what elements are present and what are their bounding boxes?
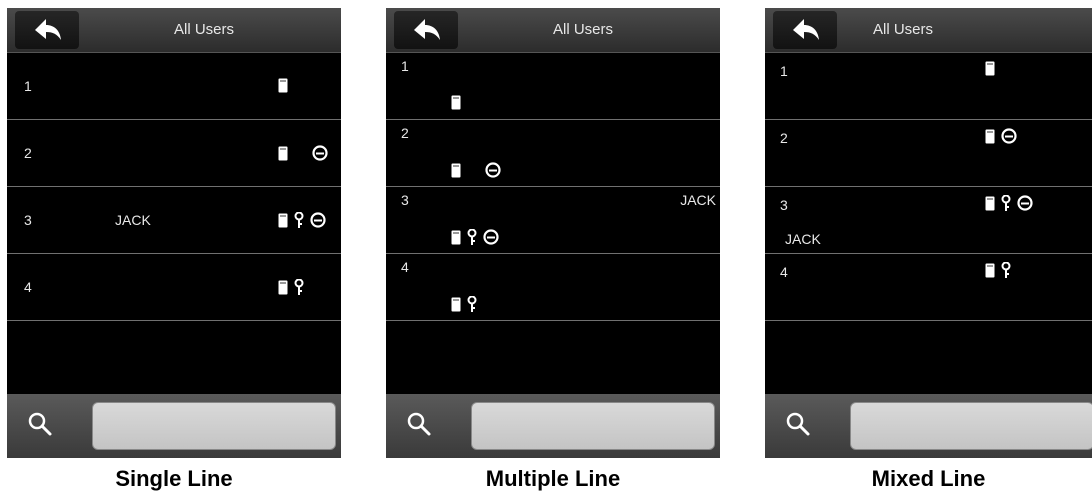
title-bar: All Users — [765, 8, 1092, 53]
caption: Single Line — [115, 466, 233, 491]
user-name: JACK — [115, 212, 151, 228]
search-icon — [407, 412, 431, 436]
user-id: 4 — [780, 264, 788, 280]
verify-icons — [278, 278, 310, 300]
search-input[interactable] — [471, 402, 715, 450]
verify-icons — [278, 145, 334, 166]
user-id: 4 — [24, 279, 32, 295]
search-icon — [28, 412, 52, 436]
user-row[interactable]: 1 — [765, 53, 1092, 120]
card-icon — [985, 61, 995, 81]
user-id: 3 — [401, 192, 409, 208]
verify-icons — [278, 78, 294, 98]
face-icon — [485, 162, 501, 183]
page-title: All Users — [872, 21, 933, 38]
user-id: 4 — [401, 259, 409, 275]
face-icon — [483, 229, 499, 250]
search-bar — [7, 394, 341, 458]
user-id: 2 — [401, 125, 409, 141]
user-row[interactable]: 3 JACK — [7, 187, 341, 254]
user-row[interactable]: 4 — [765, 254, 1092, 321]
user-id: 2 — [780, 130, 788, 146]
user-row[interactable]: 4 — [386, 254, 720, 321]
verify-icons — [985, 61, 1001, 81]
card-icon — [278, 146, 288, 166]
search-button[interactable] — [785, 411, 815, 441]
back-arrow-icon — [414, 19, 440, 40]
user-row[interactable]: 2 — [386, 120, 720, 187]
verify-icons — [451, 95, 467, 115]
caption: Mixed Line — [871, 466, 986, 491]
user-name: JACK — [680, 192, 716, 208]
user-row[interactable]: 4 — [7, 254, 341, 321]
card-icon — [278, 213, 288, 233]
key-icon — [1001, 261, 1011, 283]
user-row[interactable]: 1 — [386, 53, 720, 120]
face-icon — [1017, 195, 1033, 216]
search-icon — [786, 412, 810, 436]
search-bar — [386, 394, 720, 458]
page-title: All Users — [173, 21, 234, 38]
key-icon — [294, 278, 304, 300]
user-id: 1 — [780, 63, 788, 79]
panel-multiple-line: All Users 1 2 3 JACK 4 Multiple Line — [386, 8, 720, 491]
search-input[interactable] — [850, 402, 1092, 450]
verify-icons — [278, 211, 332, 233]
card-icon — [278, 280, 288, 300]
card-icon — [985, 129, 995, 149]
key-icon — [294, 211, 304, 233]
user-row[interactable]: 2 — [7, 120, 341, 187]
card-icon — [451, 230, 461, 250]
title-bar: All Users — [7, 8, 341, 53]
back-arrow-icon — [35, 19, 61, 40]
user-id: 1 — [24, 78, 32, 94]
card-icon — [451, 95, 461, 115]
verify-icons — [985, 261, 1017, 283]
key-icon — [1001, 194, 1011, 216]
card-icon — [985, 196, 995, 216]
face-icon — [310, 212, 326, 233]
user-id: 3 — [24, 212, 32, 228]
face-icon — [1001, 128, 1017, 149]
key-icon — [467, 228, 477, 250]
device-screen: All Users 1 2 3 JACK 4 — [7, 8, 341, 458]
back-arrow-icon — [793, 19, 819, 40]
user-id: 1 — [401, 58, 409, 74]
caption: Multiple Line — [485, 466, 621, 491]
device-screen: All Users 1 2 3 JACK 4 — [386, 8, 720, 458]
verify-icons — [985, 128, 1023, 149]
verify-icons — [451, 228, 505, 250]
search-input[interactable] — [92, 402, 336, 450]
card-icon — [451, 163, 461, 183]
device-screen: All Users 1 2 3 JACK 4 — [765, 8, 1092, 458]
panel-mixed-line: All Users 1 2 3 JACK 4 Mixed Line — [765, 8, 1092, 491]
search-bar — [765, 394, 1092, 458]
user-id: 3 — [780, 197, 788, 213]
card-icon — [278, 78, 288, 98]
user-row[interactable]: 2 — [765, 120, 1092, 187]
verify-icons — [451, 295, 483, 317]
user-row[interactable]: 1 — [7, 53, 341, 120]
face-icon — [312, 145, 328, 166]
search-button[interactable] — [406, 411, 436, 441]
panel-single-line: All Users 1 2 3 JACK 4 Single Line — [7, 8, 341, 491]
user-row[interactable]: 3 JACK — [386, 187, 720, 254]
title-bar: All Users — [386, 8, 720, 53]
user-id: 2 — [24, 145, 32, 161]
card-icon — [451, 297, 461, 317]
card-icon — [985, 263, 995, 283]
verify-icons — [451, 162, 507, 183]
verify-icons — [985, 194, 1039, 216]
page-title: All Users — [552, 21, 613, 38]
key-icon — [467, 295, 477, 317]
user-row[interactable]: 3 JACK — [765, 187, 1092, 254]
user-name: JACK — [785, 231, 821, 247]
search-button[interactable] — [27, 411, 57, 441]
